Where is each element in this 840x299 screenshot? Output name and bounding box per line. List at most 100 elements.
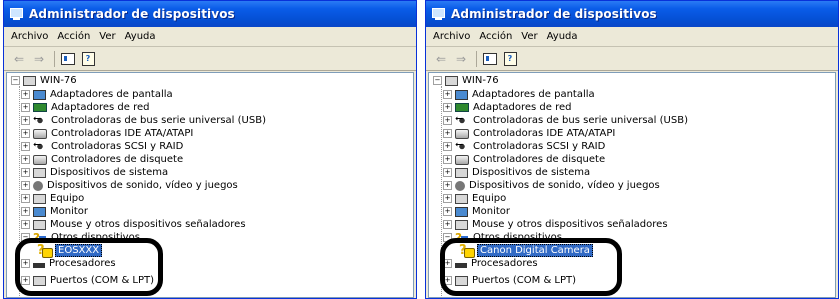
mouse-icon <box>33 219 46 230</box>
tree-item[interactable]: + Controladoras SCSI y RAID <box>21 139 184 153</box>
tree-item[interactable]: + Controladoras SCSI y RAID <box>443 139 606 153</box>
collapse-icon[interactable]: − <box>11 76 20 85</box>
expand-icon[interactable]: + <box>21 207 30 216</box>
properties-icon[interactable] <box>59 50 77 68</box>
menu-archivo[interactable]: Archivo <box>11 31 48 42</box>
tree-item[interactable]: + Equipo <box>21 192 84 205</box>
back-arrow-icon[interactable]: ⇐ <box>432 50 450 68</box>
tree-item[interactable]: + Adaptadores de pantalla <box>21 88 173 101</box>
tree-item-label: Controladoras IDE ATA/ATAPI <box>473 128 616 139</box>
tree-root-label: WIN-76 <box>40 75 77 86</box>
tree-item[interactable]: + Adaptadores de pantalla <box>443 88 595 101</box>
tree-item-label: Controladoras IDE ATA/ATAPI <box>51 128 194 139</box>
tree-item-label: Controladoras SCSI y RAID <box>473 141 606 152</box>
monitor-icon <box>455 206 468 217</box>
tree-item[interactable]: + Equipo <box>443 192 506 205</box>
window-title: Administrador de dispositivos <box>29 7 235 21</box>
device-manager-icon <box>10 8 24 20</box>
expand-icon[interactable]: + <box>443 194 452 203</box>
help-icon[interactable]: ? <box>79 50 97 68</box>
tree-root-label: WIN-76 <box>462 75 499 86</box>
toolbar: ⇐ ⇒ ? <box>426 47 838 71</box>
properties-icon[interactable] <box>481 50 499 68</box>
menu-accion[interactable]: Acción <box>479 31 512 42</box>
collapse-icon[interactable]: − <box>433 76 442 85</box>
tree-item[interactable]: + Controladores de disquete <box>21 153 183 166</box>
tree-item-label: Dispositivos de sistema <box>472 167 591 178</box>
expand-icon[interactable]: + <box>21 116 30 125</box>
expand-icon[interactable]: + <box>21 168 30 177</box>
expand-icon[interactable]: + <box>443 220 452 229</box>
expand-icon[interactable]: + <box>443 207 452 216</box>
display-adapter-icon <box>33 89 46 100</box>
tree-item-label: Adaptadores de pantalla <box>472 89 595 100</box>
tree-item[interactable]: + Dispositivos de sistema <box>443 166 590 179</box>
tree-item[interactable]: + Mouse y otros dispositivos señaladores <box>443 218 668 231</box>
menu-ayuda[interactable]: Ayuda <box>125 31 156 42</box>
tree-item-label: Adaptadores de pantalla <box>50 89 173 100</box>
mouse-icon <box>455 219 468 230</box>
expand-icon[interactable]: + <box>443 90 452 99</box>
tree-item-label: Dispositivos de sonido, vídeo y juegos <box>47 180 238 191</box>
tree-item[interactable]: + Monitor <box>21 205 88 218</box>
expand-icon[interactable]: + <box>21 103 30 112</box>
tree-item[interactable]: + Controladores de disquete <box>443 153 605 166</box>
tree-item[interactable]: + Monitor <box>443 205 510 218</box>
scsi-controller-icon <box>33 139 47 152</box>
menu-ver[interactable]: Ver <box>521 31 537 42</box>
tree-root[interactable]: − WIN-76 <box>433 74 499 87</box>
tree-item[interactable]: + Dispositivos de sonido, vídeo y juegos <box>443 179 660 192</box>
expand-icon[interactable]: + <box>21 155 30 164</box>
tree-item-label: Controladores de disquete <box>51 154 184 165</box>
expand-icon[interactable]: + <box>443 181 452 190</box>
expand-icon[interactable]: + <box>443 168 452 177</box>
menu-ayuda[interactable]: Ayuda <box>547 31 578 42</box>
tree-item-label: Monitor <box>472 206 511 217</box>
tree-item-label: Adaptadores de red <box>51 102 150 113</box>
expand-icon[interactable]: + <box>443 129 452 138</box>
expand-icon[interactable]: + <box>21 181 30 190</box>
menu-archivo[interactable]: Archivo <box>433 31 470 42</box>
computer-icon <box>23 75 36 86</box>
tree-item-label: Controladoras de bus serie universal (US… <box>473 115 688 126</box>
sound-icon <box>455 180 465 191</box>
tree-item-label: Adaptadores de red <box>473 102 572 113</box>
tree-item-label: Controladoras de bus serie universal (US… <box>51 115 266 126</box>
tree-item[interactable]: + Controladoras de bus serie universal (U… <box>21 113 266 127</box>
tree-item[interactable]: + Mouse y otros dispositivos señaladores <box>21 218 246 231</box>
expand-icon[interactable]: + <box>21 220 30 229</box>
help-icon[interactable]: ? <box>501 50 519 68</box>
scsi-controller-icon <box>455 139 469 152</box>
tree-item-label: Controladoras SCSI y RAID <box>51 141 184 152</box>
expand-icon[interactable]: + <box>443 155 452 164</box>
highlight-ring-right <box>440 238 622 296</box>
title-bar[interactable]: Administrador de dispositivos <box>4 1 416 27</box>
tree-root[interactable]: − WIN-76 <box>11 74 77 87</box>
tree-item[interactable]: + Controladoras IDE ATA/ATAPI <box>443 127 615 140</box>
expand-icon[interactable]: + <box>443 142 452 151</box>
tree-item[interactable]: + Controladoras IDE ATA/ATAPI <box>21 127 193 140</box>
title-bar[interactable]: Administrador de dispositivos <box>426 1 838 27</box>
expand-icon[interactable]: + <box>21 194 30 203</box>
tree-item[interactable]: + Controladoras de bus serie universal (U… <box>443 113 688 127</box>
tree-item-label: Dispositivos de sonido, vídeo y juegos <box>469 180 660 191</box>
menu-accion[interactable]: Acción <box>57 31 90 42</box>
system-device-icon <box>455 167 468 178</box>
forward-arrow-icon[interactable]: ⇒ <box>30 50 48 68</box>
highlight-ring-left <box>15 238 163 296</box>
expand-icon[interactable]: + <box>443 116 452 125</box>
device-manager-icon <box>432 8 446 20</box>
tree-item[interactable]: + Dispositivos de sistema <box>21 166 168 179</box>
expand-icon[interactable]: + <box>21 129 30 138</box>
tree-item-label: Controladores de disquete <box>473 154 606 165</box>
usb-icon <box>455 113 469 126</box>
ide-controller-icon <box>455 128 469 139</box>
expand-icon[interactable]: + <box>21 90 30 99</box>
expand-icon[interactable]: + <box>21 142 30 151</box>
tree-item-label: Mouse y otros dispositivos señaladores <box>472 219 668 230</box>
forward-arrow-icon[interactable]: ⇒ <box>452 50 470 68</box>
back-arrow-icon[interactable]: ⇐ <box>10 50 28 68</box>
tree-item[interactable]: + Dispositivos de sonido, vídeo y juegos <box>21 179 238 192</box>
expand-icon[interactable]: + <box>443 103 452 112</box>
menu-ver[interactable]: Ver <box>99 31 115 42</box>
